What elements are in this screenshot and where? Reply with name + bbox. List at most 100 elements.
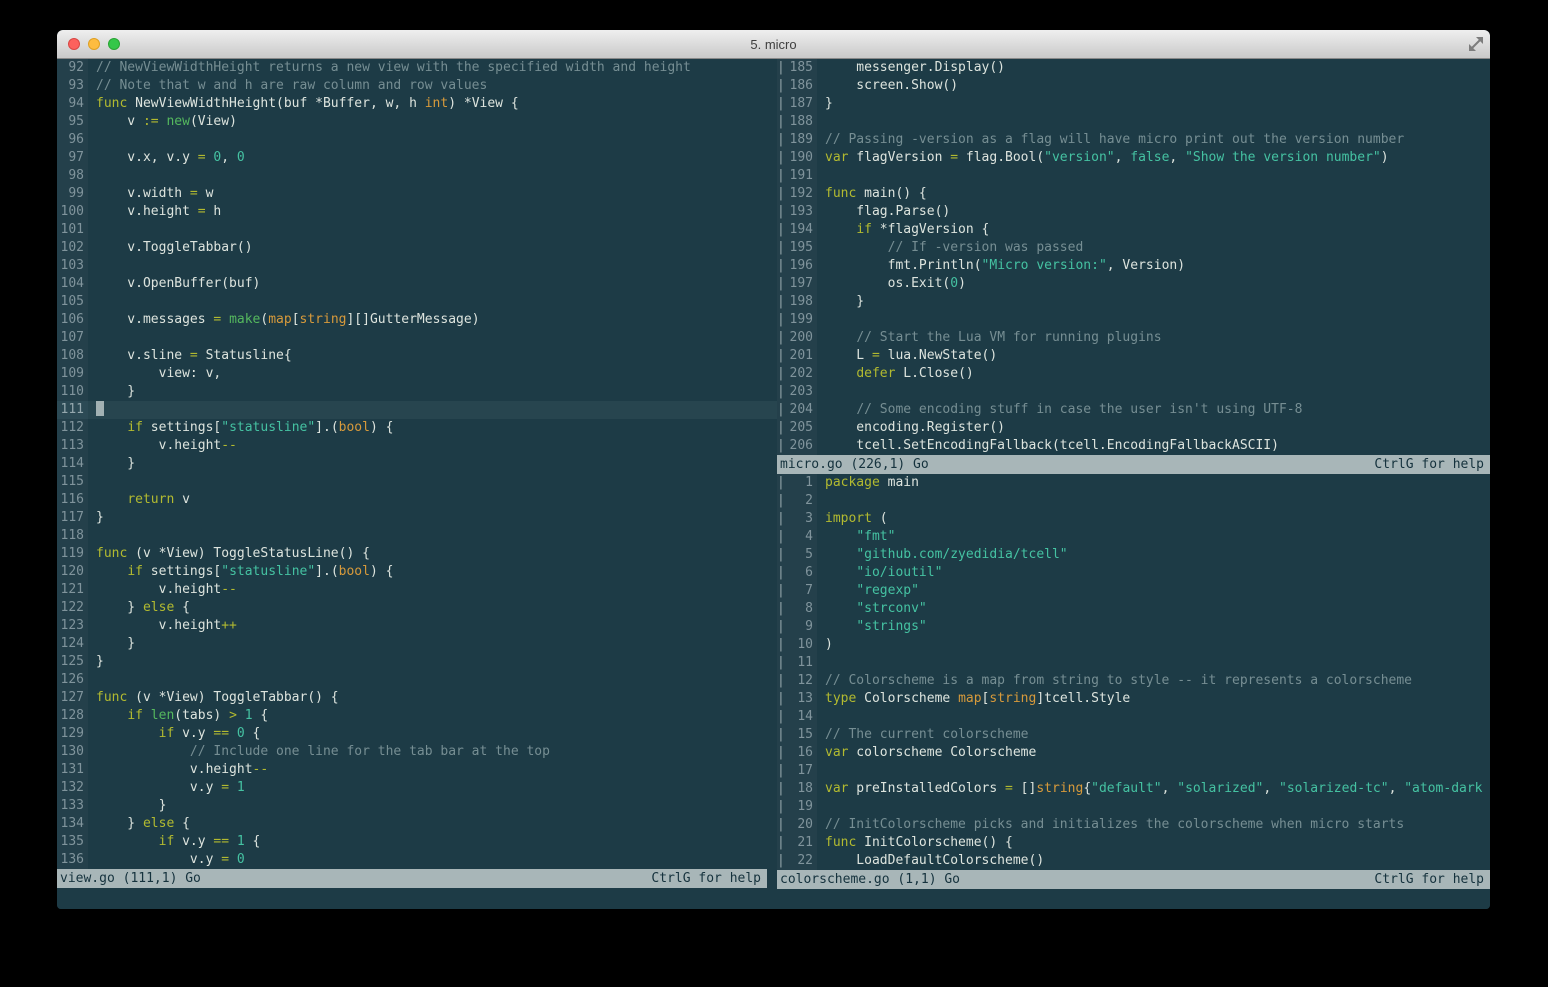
code-line[interactable]: |12// Colorscheme is a map from string t…	[777, 672, 1490, 690]
code-line[interactable]: |17	[777, 762, 1490, 780]
code-line[interactable]: 126	[57, 671, 777, 689]
code-line[interactable]: |189// Passing -version as a flag will h…	[777, 131, 1490, 149]
code-line[interactable]: |9 "strings"	[777, 618, 1490, 636]
code-line[interactable]: |203	[777, 383, 1490, 401]
code-line[interactable]: 107	[57, 329, 777, 347]
code-line[interactable]: 112 if settings["statusline"].(bool) {	[57, 419, 777, 437]
code-line[interactable]: |197 os.Exit(0)	[777, 275, 1490, 293]
code-line[interactable]: |192func main() {	[777, 185, 1490, 203]
code-line[interactable]: |21func InitColorscheme() {	[777, 834, 1490, 852]
code-area-view-go[interactable]: 92// NewViewWidthHeight returns a new vi…	[57, 59, 777, 869]
code-line[interactable]: |206 tcell.SetEncodingFallback(tcell.Enc…	[777, 437, 1490, 455]
code-line[interactable]: 134 } else {	[57, 815, 777, 833]
code-line[interactable]: 115	[57, 473, 777, 491]
code-line[interactable]: |8 "strconv"	[777, 600, 1490, 618]
code-line[interactable]: 121 v.height--	[57, 581, 777, 599]
code-line[interactable]: 128 if len(tabs) > 1 {	[57, 707, 777, 725]
code-line[interactable]: |186 screen.Show()	[777, 77, 1490, 95]
code-line[interactable]: 131 v.height--	[57, 761, 777, 779]
code-line[interactable]: 129 if v.y == 0 {	[57, 725, 777, 743]
code-line[interactable]: |20// InitColorscheme picks and initiali…	[777, 816, 1490, 834]
code-line[interactable]: 116 return v	[57, 491, 777, 509]
code-line[interactable]: |199	[777, 311, 1490, 329]
code-line[interactable]: 103	[57, 257, 777, 275]
title-bar[interactable]: 5. micro	[57, 30, 1490, 59]
code-line[interactable]: 92// NewViewWidthHeight returns a new vi…	[57, 59, 777, 77]
code-line[interactable]: |16var colorscheme Colorscheme	[777, 744, 1490, 762]
code-line[interactable]: 108 v.sline = Statusline{	[57, 347, 777, 365]
code-line[interactable]: 111	[57, 401, 777, 419]
code-line[interactable]: 124 }	[57, 635, 777, 653]
code-line[interactable]: |19	[777, 798, 1490, 816]
code-line[interactable]: |18var preInstalledColors = []string{"de…	[777, 780, 1490, 798]
code-line[interactable]: |2	[777, 492, 1490, 510]
code-line[interactable]: |193 flag.Parse()	[777, 203, 1490, 221]
code-line[interactable]: 104 v.OpenBuffer(buf)	[57, 275, 777, 293]
code-line[interactable]: |205 encoding.Register()	[777, 419, 1490, 437]
code-line[interactable]: 113 v.height--	[57, 437, 777, 455]
code-line[interactable]: |201 L = lua.NewState()	[777, 347, 1490, 365]
code-line[interactable]: |200 // Start the Lua VM for running plu…	[777, 329, 1490, 347]
code-line[interactable]: 119func (v *View) ToggleStatusLine() {	[57, 545, 777, 563]
code-line[interactable]: |194 if *flagVersion {	[777, 221, 1490, 239]
code-line[interactable]: 130 // Include one line for the tab bar …	[57, 743, 777, 761]
code-line[interactable]: 102 v.ToggleTabbar()	[57, 239, 777, 257]
code-line[interactable]: |13type Colorscheme map[string]tcell.Sty…	[777, 690, 1490, 708]
code-line[interactable]: |198 }	[777, 293, 1490, 311]
code-line[interactable]: |1package main	[777, 474, 1490, 492]
code-line[interactable]: |196 fmt.Println("Micro version:", Versi…	[777, 257, 1490, 275]
code-line[interactable]: 105	[57, 293, 777, 311]
code-line[interactable]: |22 LoadDefaultColorscheme()	[777, 852, 1490, 870]
code-line[interactable]: 96	[57, 131, 777, 149]
pane-micro-go[interactable]: |185 messenger.Display()|186 screen.Show…	[777, 59, 1490, 474]
close-button-icon[interactable]	[68, 38, 80, 50]
code-area-micro-go[interactable]: |185 messenger.Display()|186 screen.Show…	[777, 59, 1490, 455]
code-area-colorscheme-go[interactable]: |1package main|2|3import (|4 "fmt"|5 "gi…	[777, 474, 1490, 870]
code-line[interactable]: |5 "github.com/zyedidia/tcell"	[777, 546, 1490, 564]
pane-view-go[interactable]: 92// NewViewWidthHeight returns a new vi…	[57, 59, 777, 888]
code-line[interactable]: 100 v.height = h	[57, 203, 777, 221]
code-line[interactable]: 93// Note that w and h are raw column an…	[57, 77, 777, 95]
code-line[interactable]: 122 } else {	[57, 599, 777, 617]
pane-colorscheme-go[interactable]: |1package main|2|3import (|4 "fmt"|5 "gi…	[777, 474, 1490, 889]
code-line[interactable]: |190var flagVersion = flag.Bool("version…	[777, 149, 1490, 167]
code-line[interactable]: |7 "regexp"	[777, 582, 1490, 600]
code-line[interactable]: 99 v.width = w	[57, 185, 777, 203]
zoom-button-icon[interactable]	[108, 38, 120, 50]
code-line[interactable]: 97 v.x, v.y = 0, 0	[57, 149, 777, 167]
code-line[interactable]: |14	[777, 708, 1490, 726]
code-line[interactable]: |11	[777, 654, 1490, 672]
code-line[interactable]: |195 // If -version was passed	[777, 239, 1490, 257]
code-line[interactable]: 110 }	[57, 383, 777, 401]
code-line[interactable]: 118	[57, 527, 777, 545]
code-line[interactable]: 114 }	[57, 455, 777, 473]
code-line[interactable]: 136 v.y = 0	[57, 851, 777, 869]
code-line[interactable]: 106 v.messages = make(map[string][]Gutte…	[57, 311, 777, 329]
code-line[interactable]: 120 if settings["statusline"].(bool) {	[57, 563, 777, 581]
code-line[interactable]: |15// The current colorscheme	[777, 726, 1490, 744]
code-line[interactable]: 109 view: v,	[57, 365, 777, 383]
code-line[interactable]: |185 messenger.Display()	[777, 59, 1490, 77]
code-line[interactable]: 117}	[57, 509, 777, 527]
code-line[interactable]: 125}	[57, 653, 777, 671]
code-line[interactable]: 94func NewViewWidthHeight(buf *Buffer, w…	[57, 95, 777, 113]
code-line[interactable]: |187}	[777, 95, 1490, 113]
code-line[interactable]: 98	[57, 167, 777, 185]
code-line[interactable]: |204 // Some encoding stuff in case the …	[777, 401, 1490, 419]
code-line[interactable]: |188	[777, 113, 1490, 131]
code-line[interactable]: |6 "io/ioutil"	[777, 564, 1490, 582]
code-line[interactable]: |202 defer L.Close()	[777, 365, 1490, 383]
code-line[interactable]: 123 v.height++	[57, 617, 777, 635]
minimize-button-icon[interactable]	[88, 38, 100, 50]
code-line[interactable]: 133 }	[57, 797, 777, 815]
code-line[interactable]: 135 if v.y == 1 {	[57, 833, 777, 851]
code-line[interactable]: 95 v := new(View)	[57, 113, 777, 131]
fullscreen-icon[interactable]	[1467, 35, 1485, 53]
code-line[interactable]: 132 v.y = 1	[57, 779, 777, 797]
code-line[interactable]: |10)	[777, 636, 1490, 654]
code-line[interactable]: 127func (v *View) ToggleTabbar() {	[57, 689, 777, 707]
code-line[interactable]: |4 "fmt"	[777, 528, 1490, 546]
code-line[interactable]: |191	[777, 167, 1490, 185]
code-line[interactable]: 101	[57, 221, 777, 239]
code-line[interactable]: |3import (	[777, 510, 1490, 528]
